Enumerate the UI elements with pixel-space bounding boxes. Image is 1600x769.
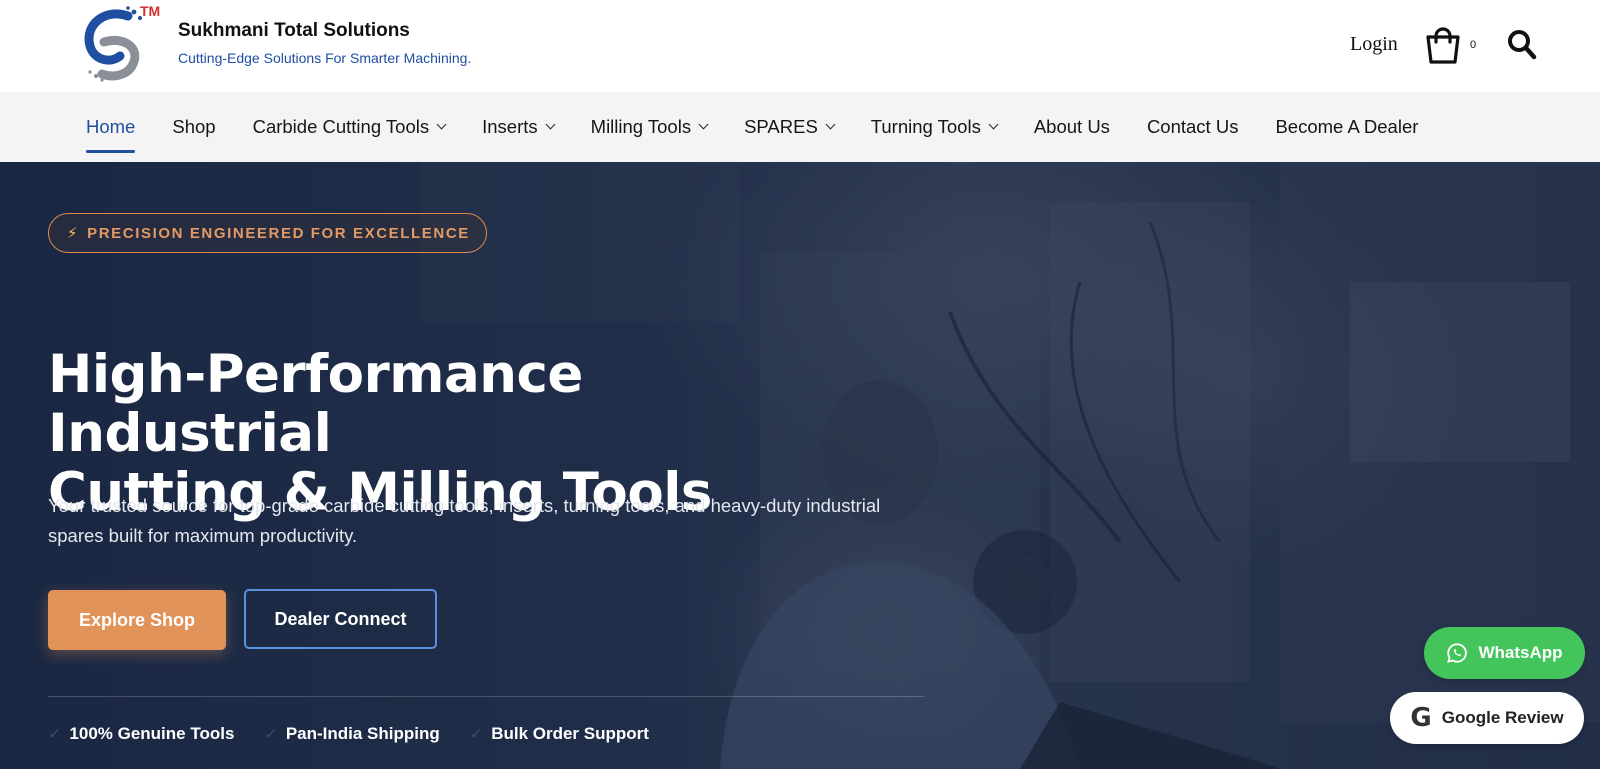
trademark-label: TM (140, 3, 161, 19)
feature-label: Bulk Order Support (491, 724, 649, 743)
nav-item-carbide-cutting-tools[interactable]: Carbide Cutting Tools (252, 92, 447, 162)
chevron-down-icon (545, 119, 556, 130)
nav-item-label: Milling Tools (590, 116, 692, 137)
hero-features: ✓ 100% Genuine Tools ✓ Pan-India Shippin… (48, 724, 679, 744)
hero-badge: ⚡ PRECISION ENGINEERED FOR EXCELLENCE (48, 213, 487, 253)
nav-item-label: Inserts (482, 116, 538, 137)
checkmark-icon: ✓ (469, 726, 484, 743)
site-header: TM Sukhmani Total Solutions Cutting-Edge… (0, 0, 1600, 92)
brand-name: Sukhmani Total Solutions (178, 20, 410, 41)
nav-item-about-us[interactable]: About Us (1034, 92, 1110, 162)
brand-tagline: Cutting-Edge Solutions For Smarter Machi… (178, 50, 472, 66)
hero-divider (48, 696, 924, 697)
nav-item-shop[interactable]: Shop (172, 92, 215, 162)
hero-title-line-1: High-Performance Industrial (48, 344, 583, 464)
whatsapp-button[interactable]: WhatsApp (1424, 627, 1585, 679)
nav-item-label: Shop (172, 116, 216, 137)
feature-label: Pan-India Shipping (285, 724, 440, 743)
nav-item-spares[interactable]: SPARES (744, 92, 836, 162)
hero-badge-text: PRECISION ENGINEERED FOR EXCELLENCE (87, 224, 470, 242)
nav-item-home[interactable]: Home (86, 92, 136, 162)
login-link[interactable]: Login (1350, 33, 1398, 56)
hero-section: ⚡ PRECISION ENGINEERED FOR EXCELLENCE Hi… (0, 162, 1600, 769)
nav-item-inserts[interactable]: Inserts (482, 92, 556, 162)
nav-item-label: Become A Dealer (1275, 116, 1419, 137)
nav-item-contact-us[interactable]: Contact Us (1147, 92, 1239, 162)
nav-item-label: Home (86, 116, 136, 137)
feature-item: ✓ Pan-India Shipping (264, 724, 439, 744)
feature-item: ✓ 100% Genuine Tools (48, 724, 234, 744)
hero-subtitle: Your trusted source for top-grade carbid… (48, 495, 881, 546)
main-navigation: Home Shop Carbide Cutting Tools Inserts … (0, 92, 1600, 162)
shopping-bag-icon[interactable] (1424, 25, 1462, 65)
feature-label: 100% Genuine Tools (69, 724, 235, 743)
nav-item-label: About Us (1033, 116, 1110, 137)
dealer-connect-button[interactable]: Dealer Connect (244, 589, 437, 649)
google-review-button[interactable]: G Google Review (1390, 692, 1584, 744)
nav-item-label: SPARES (744, 116, 818, 137)
chevron-down-icon (825, 119, 836, 130)
nav-item-milling-tools[interactable]: Milling Tools (590, 92, 709, 162)
whatsapp-icon (1447, 643, 1468, 663)
nav-item-become-a-dealer[interactable]: Become A Dealer (1275, 92, 1418, 162)
checkmark-icon: ✓ (264, 726, 278, 743)
chevron-down-icon (988, 119, 999, 130)
search-icon[interactable] (1507, 29, 1537, 61)
nav-item-label: Turning Tools (870, 116, 981, 137)
whatsapp-label: WhatsApp (1478, 643, 1563, 662)
chevron-down-icon (698, 119, 709, 130)
brand-block[interactable]: Sukhmani Total Solutions Cutting-Edge So… (178, 20, 471, 66)
checkmark-icon: ✓ (48, 726, 62, 743)
google-review-label: Google Review (1441, 708, 1564, 727)
nav-item-turning-tools[interactable]: Turning Tools (870, 92, 999, 162)
chevron-down-icon (436, 119, 447, 130)
explore-shop-button[interactable]: Explore Shop (48, 590, 226, 650)
google-icon: G (1410, 703, 1432, 733)
feature-item: ✓ Bulk Order Support (470, 724, 649, 744)
cart-count-badge: 0 (1470, 39, 1477, 51)
nav-item-label: Contact Us (1146, 116, 1239, 137)
lightning-icon: ⚡ (67, 225, 80, 242)
nav-item-label: Carbide Cutting Tools (252, 116, 430, 137)
